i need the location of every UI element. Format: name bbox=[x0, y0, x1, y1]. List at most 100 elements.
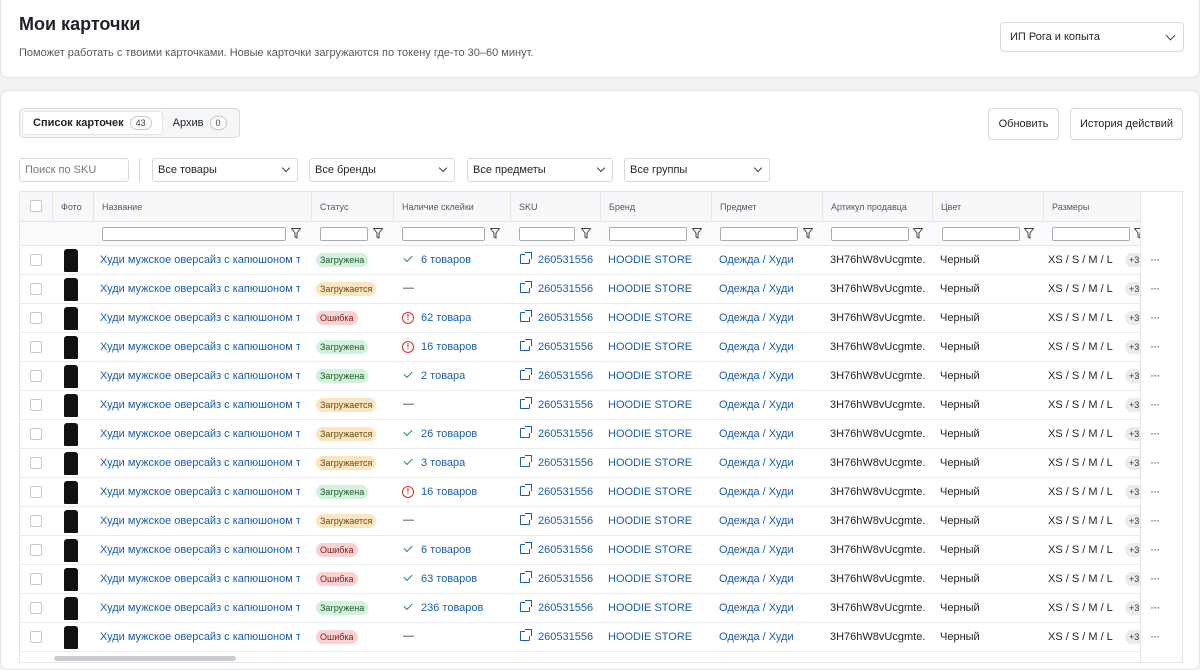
tab-archive[interactable]: Архив 0 bbox=[163, 111, 237, 135]
product-photo[interactable] bbox=[64, 481, 78, 504]
subject-link[interactable]: Одежда / Худи bbox=[719, 544, 794, 556]
refresh-button[interactable]: Обновить bbox=[988, 108, 1059, 140]
more-actions-icon[interactable]: ··· bbox=[1150, 426, 1160, 440]
more-actions-icon[interactable]: ··· bbox=[1150, 339, 1160, 353]
sizes-filter-input[interactable] bbox=[1052, 227, 1130, 241]
glue-link[interactable]: 236 товаров bbox=[421, 602, 483, 614]
horizontal-scrollbar[interactable] bbox=[54, 656, 236, 661]
filter-icon[interactable] bbox=[373, 228, 383, 239]
column-sku[interactable]: SKU bbox=[510, 192, 600, 222]
row-checkbox[interactable] bbox=[30, 573, 42, 585]
column-sizes[interactable]: Размеры bbox=[1043, 192, 1140, 222]
product-name-link[interactable]: Худи мужское оверсайз с капюшоном т... bbox=[100, 428, 300, 440]
brand-link[interactable]: HOODIE STORE bbox=[608, 370, 692, 382]
product-photo[interactable] bbox=[64, 423, 78, 446]
external-link-icon[interactable] bbox=[520, 339, 532, 351]
external-link-icon[interactable] bbox=[520, 281, 532, 293]
more-actions-icon[interactable]: ··· bbox=[1150, 252, 1160, 266]
row-checkbox[interactable] bbox=[30, 515, 42, 527]
row-checkbox[interactable] bbox=[30, 312, 42, 324]
subject-link[interactable]: Одежда / Худи bbox=[719, 457, 794, 469]
sku-link[interactable]: 260531556 bbox=[538, 631, 593, 643]
sku-filter-input[interactable] bbox=[519, 227, 575, 241]
filter-icon[interactable] bbox=[490, 228, 500, 239]
sku-link[interactable]: 260531556 bbox=[538, 428, 593, 440]
product-photo[interactable] bbox=[64, 568, 78, 591]
product-name-link[interactable]: Худи мужское оверсайз с капюшоном т... bbox=[100, 515, 300, 527]
vendor-filter-input[interactable] bbox=[831, 227, 909, 241]
external-link-icon[interactable] bbox=[520, 397, 532, 409]
product-photo[interactable] bbox=[64, 539, 78, 562]
brand-link[interactable]: HOODIE STORE bbox=[608, 283, 692, 295]
row-checkbox[interactable] bbox=[30, 341, 42, 353]
filter-icon[interactable] bbox=[291, 228, 301, 239]
brands-filter[interactable]: Все бренды bbox=[309, 158, 455, 182]
more-actions-icon[interactable]: ··· bbox=[1150, 484, 1160, 498]
more-actions-icon[interactable]: ··· bbox=[1150, 629, 1160, 643]
sku-link[interactable]: 260531556 bbox=[538, 312, 593, 324]
product-photo[interactable] bbox=[64, 365, 78, 388]
external-link-icon[interactable] bbox=[520, 368, 532, 380]
column-glue[interactable]: Наличие склейки bbox=[393, 192, 510, 222]
sku-link[interactable]: 260531556 bbox=[538, 457, 593, 469]
product-name-link[interactable]: Худи мужское оверсайз с капюшоном т... bbox=[100, 544, 300, 556]
sku-link[interactable]: 260531556 bbox=[538, 254, 593, 266]
product-name-link[interactable]: Худи мужское оверсайз с капюшоном т... bbox=[100, 312, 300, 324]
column-name[interactable]: Название bbox=[93, 192, 311, 222]
column-status[interactable]: Статус bbox=[311, 192, 393, 222]
product-name-link[interactable]: Худи мужское оверсайз с капюшоном т... bbox=[100, 399, 300, 411]
column-color[interactable]: Цвет bbox=[932, 192, 1043, 222]
more-actions-icon[interactable]: ··· bbox=[1150, 310, 1160, 324]
brand-link[interactable]: HOODIE STORE bbox=[608, 399, 692, 411]
row-checkbox[interactable] bbox=[30, 457, 42, 469]
product-name-link[interactable]: Худи мужское оверсайз с капюшоном т... bbox=[100, 341, 300, 353]
glue-link[interactable]: 16 товаров bbox=[421, 486, 477, 498]
more-actions-icon[interactable]: ··· bbox=[1150, 542, 1160, 556]
product-photo[interactable] bbox=[64, 278, 78, 301]
product-name-link[interactable]: Худи мужское оверсайз с капюшоном т... bbox=[100, 602, 300, 614]
brand-link[interactable]: HOODIE STORE bbox=[608, 544, 692, 556]
product-name-link[interactable]: Худи мужское оверсайз с капюшоном т... bbox=[100, 283, 300, 295]
brand-link[interactable]: HOODIE STORE bbox=[608, 602, 692, 614]
product-photo[interactable] bbox=[64, 336, 78, 359]
external-link-icon[interactable] bbox=[520, 484, 532, 496]
subject-link[interactable]: Одежда / Худи bbox=[719, 399, 794, 411]
product-name-link[interactable]: Худи мужское оверсайз с капюшоном т... bbox=[100, 457, 300, 469]
product-name-link[interactable]: Худи мужское оверсайз с капюшоном т... bbox=[100, 254, 300, 266]
select-all-checkbox[interactable] bbox=[30, 200, 42, 212]
more-actions-icon[interactable]: ··· bbox=[1150, 368, 1160, 382]
product-photo[interactable] bbox=[64, 626, 78, 649]
more-actions-icon[interactable]: ··· bbox=[1150, 281, 1160, 295]
external-link-icon[interactable] bbox=[520, 252, 532, 264]
subject-link[interactable]: Одежда / Худи bbox=[719, 312, 794, 324]
external-link-icon[interactable] bbox=[520, 571, 532, 583]
subject-link[interactable]: Одежда / Худи bbox=[719, 602, 794, 614]
sku-link[interactable]: 260531556 bbox=[538, 573, 593, 585]
external-link-icon[interactable] bbox=[520, 310, 532, 322]
product-name-link[interactable]: Худи мужское оверсайз с капюшоном т... bbox=[100, 631, 300, 643]
glue-link[interactable]: 26 товаров bbox=[421, 428, 477, 440]
more-actions-icon[interactable]: ··· bbox=[1150, 571, 1160, 585]
status-filter-input[interactable] bbox=[320, 227, 368, 241]
external-link-icon[interactable] bbox=[520, 455, 532, 467]
brand-link[interactable]: HOODIE STORE bbox=[608, 428, 692, 440]
subject-link[interactable]: Одежда / Худи bbox=[719, 573, 794, 585]
subject-link[interactable]: Одежда / Худи bbox=[719, 631, 794, 643]
subject-filter-input[interactable] bbox=[720, 227, 798, 241]
brand-link[interactable]: HOODIE STORE bbox=[608, 631, 692, 643]
external-link-icon[interactable] bbox=[520, 600, 532, 612]
glue-link[interactable]: 62 товара bbox=[421, 312, 471, 324]
filter-icon[interactable] bbox=[803, 228, 813, 239]
brand-link[interactable]: HOODIE STORE bbox=[608, 457, 692, 469]
more-actions-icon[interactable]: ··· bbox=[1150, 600, 1160, 614]
name-filter-input[interactable] bbox=[102, 227, 286, 241]
subject-link[interactable]: Одежда / Худи bbox=[719, 254, 794, 266]
sku-search-input[interactable] bbox=[19, 158, 129, 182]
glue-link[interactable]: 3 товара bbox=[421, 457, 465, 469]
brand-link[interactable]: HOODIE STORE bbox=[608, 254, 692, 266]
product-photo[interactable] bbox=[64, 307, 78, 330]
external-link-icon[interactable] bbox=[520, 629, 532, 641]
row-checkbox[interactable] bbox=[30, 602, 42, 614]
more-actions-icon[interactable]: ··· bbox=[1150, 513, 1160, 527]
tab-cards-list[interactable]: Список карточек 43 bbox=[22, 111, 163, 135]
